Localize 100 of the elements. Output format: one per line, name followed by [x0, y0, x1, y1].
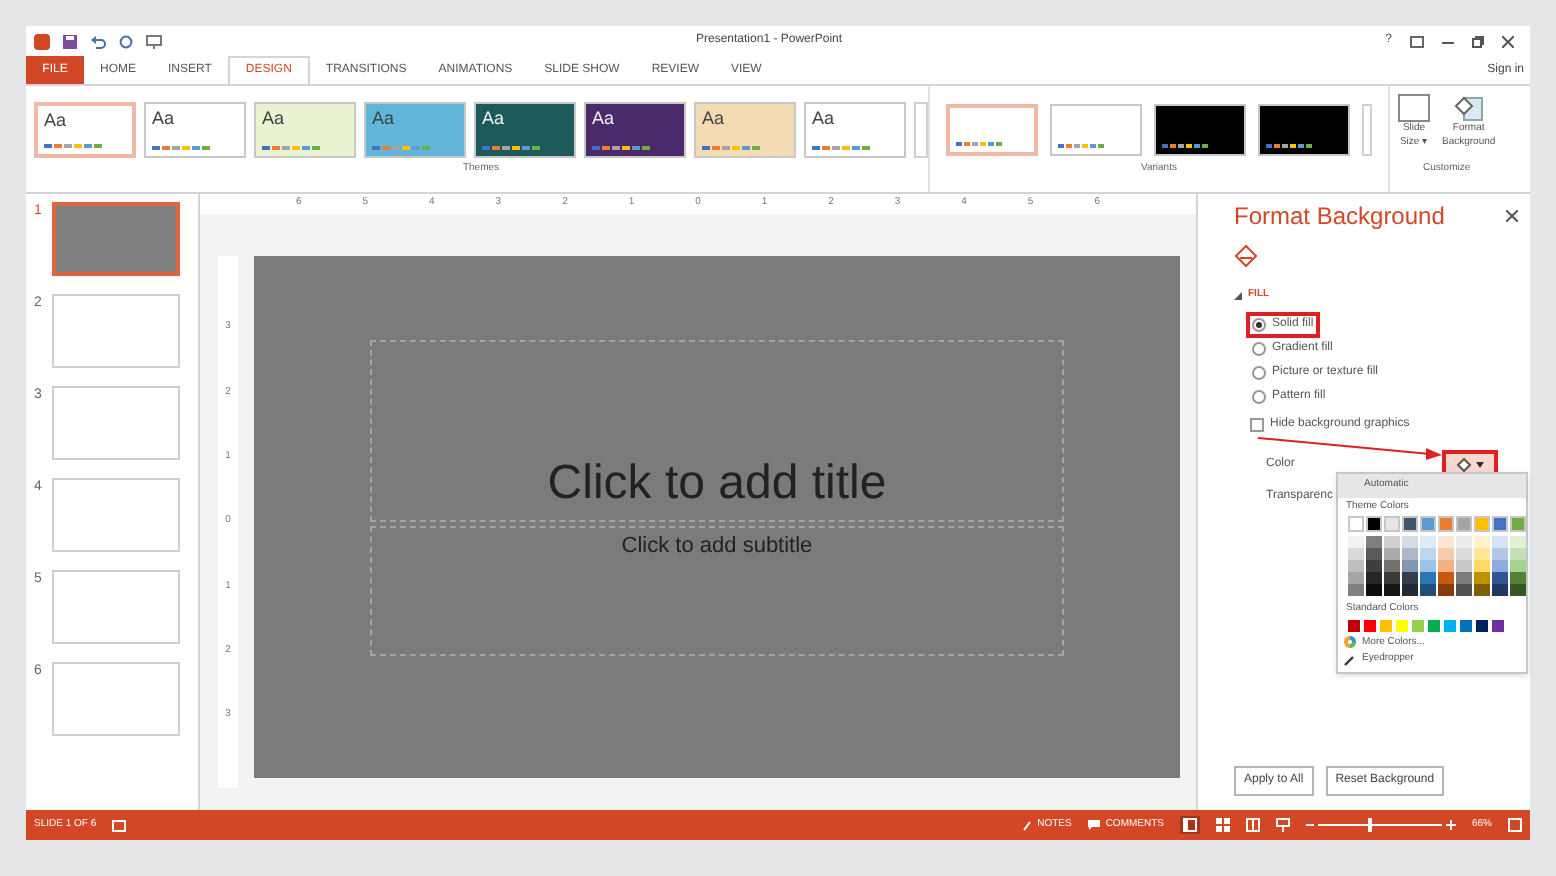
color-swatch[interactable] [1384, 548, 1400, 560]
color-swatch[interactable] [1492, 572, 1508, 584]
color-swatch[interactable] [1420, 584, 1436, 596]
color-swatch[interactable] [1510, 536, 1526, 548]
color-swatch[interactable] [1474, 572, 1490, 584]
slide-thumbnail[interactable] [52, 478, 180, 552]
color-swatch[interactable] [1412, 619, 1424, 631]
save-icon[interactable] [62, 33, 78, 49]
color-swatch[interactable] [1460, 619, 1472, 631]
color-swatch[interactable] [1474, 584, 1490, 596]
color-swatch[interactable] [1456, 536, 1472, 548]
color-swatch[interactable] [1384, 560, 1400, 572]
theme-thumbnail[interactable]: Aa [364, 101, 466, 157]
color-swatch[interactable] [1366, 584, 1382, 596]
theme-thumbnail[interactable]: Aa [254, 101, 356, 157]
subtitle-placeholder[interactable]: Click to add subtitle [370, 526, 1064, 656]
slide-thumbnail[interactable] [52, 386, 180, 460]
color-swatch[interactable] [1438, 536, 1454, 548]
reading-view-icon[interactable] [1245, 818, 1260, 832]
color-swatch[interactable] [1366, 536, 1382, 548]
color-swatch[interactable] [1384, 536, 1400, 548]
variant-thumbnail[interactable] [1154, 103, 1246, 155]
color-swatch[interactable] [1402, 584, 1418, 596]
color-swatch[interactable] [1456, 548, 1472, 560]
color-swatch[interactable] [1422, 518, 1434, 530]
color-swatch[interactable] [1456, 584, 1472, 596]
color-swatch[interactable] [1348, 560, 1364, 572]
gallery-scrollbar[interactable] [914, 101, 928, 157]
color-swatch[interactable] [1492, 548, 1508, 560]
color-swatch[interactable] [1348, 584, 1364, 596]
color-swatch[interactable] [1476, 619, 1488, 631]
color-swatch[interactable] [1384, 572, 1400, 584]
color-swatch[interactable] [1348, 536, 1364, 548]
variant-thumbnail[interactable] [1050, 103, 1142, 155]
color-swatch[interactable] [1492, 584, 1508, 596]
color-swatch[interactable] [1474, 560, 1490, 572]
color-swatch[interactable] [1366, 572, 1382, 584]
slide-thumbnail[interactable] [52, 662, 180, 736]
color-swatch[interactable] [1494, 518, 1506, 530]
color-swatch[interactable] [1420, 572, 1436, 584]
ribbon-display-icon[interactable] [1410, 35, 1424, 47]
color-swatch[interactable] [1402, 560, 1418, 572]
normal-view-icon[interactable] [1179, 816, 1200, 834]
color-swatch[interactable] [1512, 518, 1524, 530]
theme-thumbnail[interactable]: Aa [144, 101, 246, 157]
theme-thumbnail[interactable]: Aa [474, 101, 576, 157]
color-swatch[interactable] [1366, 560, 1382, 572]
color-swatch[interactable] [1348, 548, 1364, 560]
color-swatch[interactable] [1350, 518, 1362, 530]
color-swatch[interactable] [1492, 560, 1508, 572]
color-swatch[interactable] [1380, 619, 1392, 631]
variant-thumbnail[interactable] [1258, 103, 1350, 155]
color-swatch[interactable] [1420, 536, 1436, 548]
color-swatch[interactable] [1348, 572, 1364, 584]
color-swatch[interactable] [1402, 548, 1418, 560]
color-swatch[interactable] [1474, 548, 1490, 560]
color-swatch[interactable] [1428, 619, 1440, 631]
slideshow-icon[interactable] [1275, 818, 1290, 832]
undo-icon[interactable] [90, 33, 106, 49]
theme-thumbnail[interactable]: Aa [34, 101, 136, 157]
color-swatch[interactable] [1438, 572, 1454, 584]
color-swatch[interactable] [1510, 572, 1526, 584]
slideshow-icon[interactable] [146, 33, 162, 49]
zoom-slider-thumb[interactable] [1367, 818, 1372, 832]
color-swatch[interactable] [1348, 619, 1360, 631]
color-swatch[interactable] [1386, 518, 1398, 530]
close-icon[interactable] [1506, 210, 1518, 222]
color-swatch[interactable] [1402, 572, 1418, 584]
theme-thumbnail[interactable]: Aa [694, 101, 796, 157]
color-swatch[interactable] [1456, 572, 1472, 584]
color-swatch[interactable] [1510, 584, 1526, 596]
color-swatch[interactable] [1440, 518, 1452, 530]
slide-thumbnail[interactable] [52, 294, 180, 368]
color-swatch[interactable] [1384, 584, 1400, 596]
color-swatch[interactable] [1420, 560, 1436, 572]
slide-thumbnail[interactable] [52, 202, 180, 276]
color-swatch[interactable] [1438, 584, 1454, 596]
color-swatch[interactable] [1402, 536, 1418, 548]
color-swatch[interactable] [1510, 560, 1526, 572]
slide-thumbnail[interactable] [52, 570, 180, 644]
zoom-in-icon[interactable] [1445, 820, 1456, 830]
close-icon[interactable] [1502, 35, 1514, 47]
color-swatch[interactable] [1510, 548, 1526, 560]
color-swatch[interactable] [1458, 518, 1470, 530]
fit-slide-icon[interactable] [1508, 818, 1522, 832]
color-swatch[interactable] [1474, 536, 1490, 548]
color-swatch[interactable] [1396, 619, 1408, 631]
theme-thumbnail[interactable]: Aa [584, 101, 686, 157]
gallery-scrollbar[interactable] [1362, 103, 1372, 155]
color-swatch[interactable] [1444, 619, 1456, 631]
color-swatch[interactable] [1492, 536, 1508, 548]
theme-thumbnail[interactable]: Aa [804, 101, 906, 157]
color-swatch[interactable] [1404, 518, 1416, 530]
color-swatch[interactable] [1368, 518, 1380, 530]
restore-icon[interactable] [1472, 35, 1484, 47]
color-swatch[interactable] [1420, 548, 1436, 560]
color-swatch[interactable] [1366, 548, 1382, 560]
color-swatch[interactable] [1476, 518, 1488, 530]
title-placeholder[interactable]: Click to add title [370, 340, 1064, 522]
color-swatch[interactable] [1456, 560, 1472, 572]
